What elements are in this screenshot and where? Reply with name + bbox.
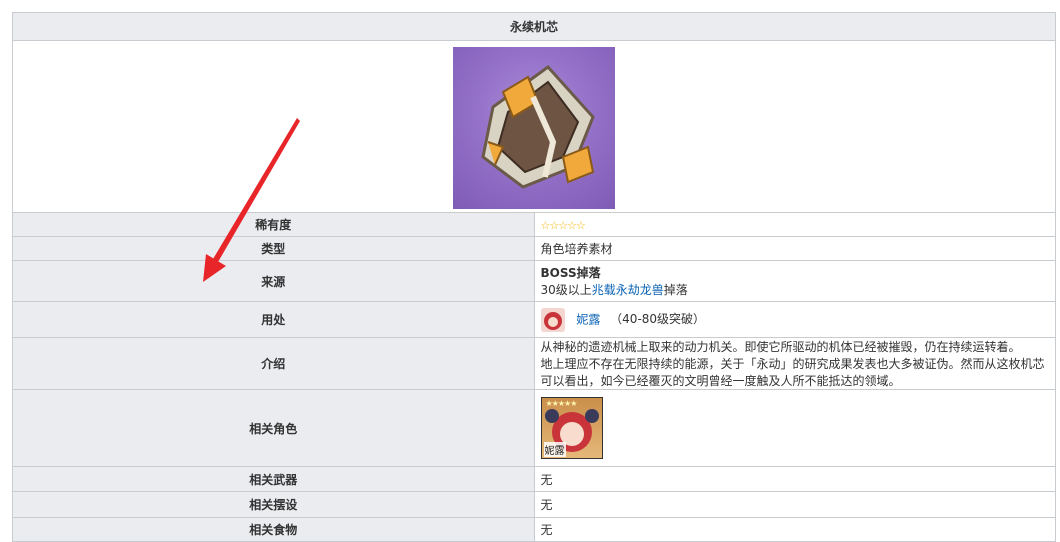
- related-characters-value: ★★★★★ 妮露: [533, 389, 1056, 467]
- rarity-value: ☆☆☆☆☆: [533, 212, 1056, 237]
- nilou-avatar-icon[interactable]: [540, 307, 565, 332]
- source-value: BOSS掉落 30级以上兆载永劫龙兽掉落: [533, 260, 1056, 302]
- related-characters-label: 相关角色: [12, 389, 535, 467]
- description-value: 从神秘的遗迹机械上取来的动力机关。即使它所驱动的机体已经被摧毁，仍在持续运转着。…: [533, 337, 1056, 390]
- source-line1: BOSS掉落: [540, 266, 601, 280]
- usage-value: 妮露 （40-80级突破）: [533, 301, 1056, 338]
- type-value: 角色培养素材: [533, 236, 1056, 261]
- card-stars-icon: ★★★★★: [545, 399, 578, 408]
- description-line1: 从神秘的遗迹机械上取来的动力机关。即使它所驱动的机体已经被摧毁，仍在持续运转着。: [540, 340, 1021, 354]
- usage-detail: （40-80级突破）: [610, 312, 706, 326]
- source-level-text: 30级以上: [540, 283, 592, 297]
- source-line2: 30级以上兆载永劫龙兽掉落: [541, 281, 1050, 298]
- item-title: 永续机芯: [12, 12, 1056, 41]
- boss-link[interactable]: 兆载永劫龙兽: [592, 283, 664, 297]
- description-label: 介绍: [12, 337, 535, 390]
- description-line2: 地上理应不存在无限持续的能源，关于「永动」的研究成果发表也大多被证伪。然而从这枚…: [540, 357, 1045, 388]
- nilou-card-name: 妮露: [543, 442, 566, 457]
- source-label: 来源: [12, 260, 535, 302]
- type-label: 类型: [12, 236, 535, 261]
- usage-label: 用处: [12, 301, 535, 338]
- related-weapons-label: 相关武器: [12, 466, 535, 492]
- rarity-label: 稀有度: [12, 212, 535, 237]
- rarity-stars-icon: ☆☆☆☆☆: [540, 218, 586, 232]
- related-furnishings-label: 相关摆设: [12, 491, 535, 518]
- source-drop-text: 掉落: [663, 283, 688, 297]
- nilou-avatar-art: [543, 311, 562, 330]
- nilou-card[interactable]: ★★★★★ 妮露: [540, 397, 603, 459]
- cut-row-value: 无: [533, 517, 1056, 542]
- nilou-link[interactable]: 妮露: [576, 312, 600, 326]
- item-artwork: [481, 64, 595, 189]
- item-image-cell: [12, 40, 1056, 213]
- eternal-mechanism-icon: [453, 46, 615, 209]
- item-info-table: 永续机芯 稀有度 ☆☆☆☆☆ 类型 角色培养素材 来源 BOSS掉落 30级以上…: [12, 12, 1056, 542]
- cut-row-label: 相关食物: [12, 517, 535, 542]
- related-furnishings-value: 无: [533, 491, 1056, 518]
- related-weapons-value: 无: [533, 466, 1056, 492]
